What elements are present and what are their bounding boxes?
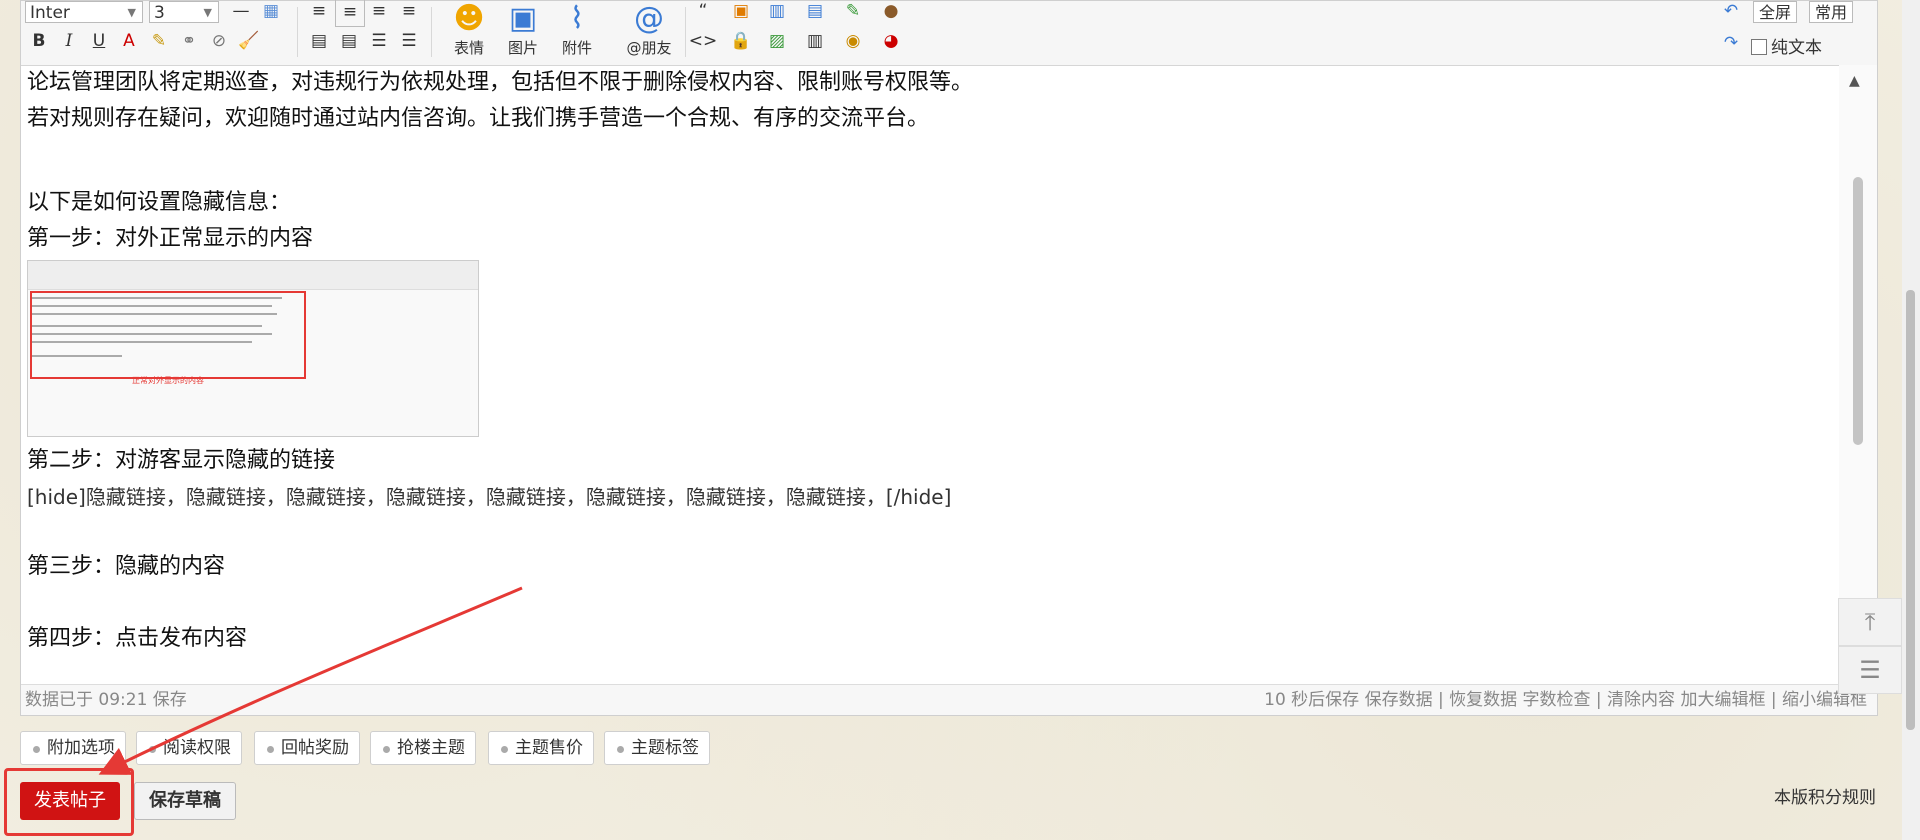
- annotation-arrow: [98, 586, 523, 775]
- page-scrollbar-thumb[interactable]: [1906, 290, 1915, 730]
- page-scrollbar[interactable]: [1902, 0, 1920, 840]
